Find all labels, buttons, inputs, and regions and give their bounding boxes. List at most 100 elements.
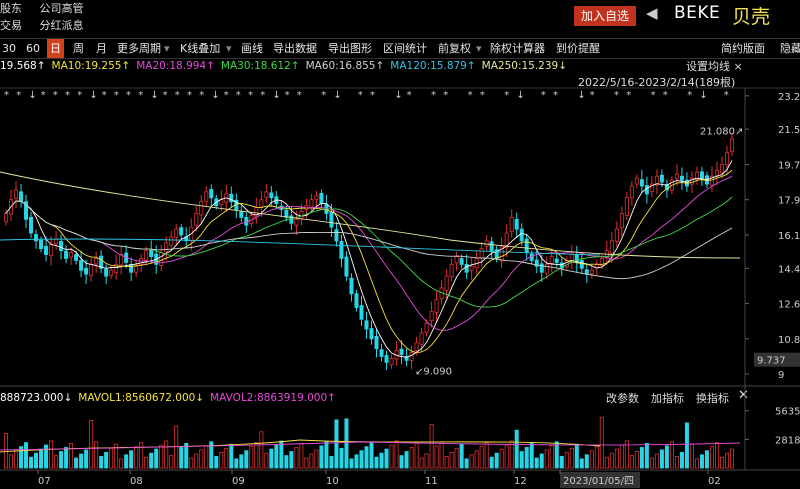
volume-bar xyxy=(249,446,254,469)
candle-body xyxy=(459,258,464,265)
candle-body xyxy=(659,174,664,183)
volume-bar xyxy=(64,447,69,469)
price-axis-label: 14.4 xyxy=(778,264,800,275)
candle-body xyxy=(64,250,69,259)
volume-bar xyxy=(364,446,369,469)
volume-bar xyxy=(369,442,374,469)
event-marker: * xyxy=(224,90,229,101)
candle-body xyxy=(619,213,624,229)
candle-body xyxy=(294,218,299,226)
event-marker: ↓ xyxy=(89,90,97,101)
volume-bar xyxy=(554,441,559,469)
volume-bar xyxy=(469,454,474,469)
volume-bar xyxy=(464,458,469,469)
volume-bar xyxy=(234,458,239,469)
candle-body xyxy=(584,269,589,275)
volume-bar xyxy=(194,453,199,469)
candle-body xyxy=(639,179,644,187)
candle-body xyxy=(239,211,244,218)
candle-body xyxy=(359,305,364,320)
volume-bar xyxy=(94,441,99,469)
candle-body xyxy=(679,175,684,181)
event-marker: * xyxy=(126,90,131,101)
ma-line-120 xyxy=(0,238,601,256)
volume-bar xyxy=(434,445,439,469)
candle-body xyxy=(259,199,264,208)
candle-body xyxy=(369,328,374,340)
event-marker: * xyxy=(4,90,9,101)
event-marker: ↓ xyxy=(394,90,402,101)
volume-bar xyxy=(324,441,329,469)
ma-line-20 xyxy=(5,175,733,331)
x-axis-label: 10 xyxy=(326,476,339,487)
volume-bar xyxy=(84,449,89,469)
volume-bar xyxy=(484,442,489,469)
candlestick-chart[interactable]: * * ↓ * * * * ↓ * * * * ↓ * * * * ↓ * * * * ↓ * * * ↓ * * ↓ * * * * * * ↓ * * ↓… xyxy=(0,0,800,489)
volume-bar xyxy=(544,449,549,469)
candle-body xyxy=(329,212,334,228)
volume-bar xyxy=(439,441,444,469)
candle-body xyxy=(109,269,114,276)
volume-bar xyxy=(304,457,309,469)
volume-bar xyxy=(164,440,169,469)
volume-bar xyxy=(54,455,59,469)
candle-body xyxy=(364,320,369,330)
volume-bar xyxy=(314,449,319,469)
candle-body xyxy=(589,269,594,275)
volume-bar xyxy=(599,416,604,469)
volume-bar xyxy=(199,449,204,469)
candle-body xyxy=(714,169,719,176)
event-marker: * xyxy=(614,90,619,101)
candle-body xyxy=(464,263,469,273)
volume-bar xyxy=(79,453,84,469)
volume-bar xyxy=(159,444,164,469)
price-axis-label: 9 xyxy=(778,370,784,381)
event-marker: ↓ xyxy=(516,90,524,101)
event-marker: * xyxy=(114,90,119,101)
candle-body xyxy=(159,252,164,266)
candle-body xyxy=(89,263,94,277)
volume-bar xyxy=(569,447,574,469)
volume-bar xyxy=(179,447,184,469)
candle-body xyxy=(94,258,99,265)
volume-bar xyxy=(214,456,219,469)
event-marker: * xyxy=(663,90,668,101)
current-price-label: 9.737 xyxy=(757,356,786,367)
candle-body xyxy=(524,238,529,254)
price-axis-label: 19.7 xyxy=(778,160,800,171)
volume-bar xyxy=(329,456,334,469)
volume-bar xyxy=(349,458,354,469)
volume-bar xyxy=(229,443,234,469)
volume-bar xyxy=(679,451,684,469)
event-marker: * xyxy=(468,90,473,101)
candle-body xyxy=(254,207,259,218)
volume-bar xyxy=(664,445,669,469)
volume-bar xyxy=(239,454,244,469)
event-marker: * xyxy=(65,90,70,101)
price-axis-label: 23.2 xyxy=(778,92,800,103)
volume-bar xyxy=(429,424,434,469)
candle-body xyxy=(44,245,49,255)
event-marker: * xyxy=(358,90,363,101)
candle-body xyxy=(729,138,734,152)
volume-bar xyxy=(709,446,714,469)
volume-bar xyxy=(669,441,674,469)
candle-body xyxy=(724,152,729,166)
candle-body xyxy=(264,191,269,198)
volume-bar xyxy=(169,455,174,469)
x-axis-label: 09 xyxy=(232,476,245,487)
candle-body xyxy=(4,213,9,223)
event-marker: * xyxy=(370,90,375,101)
volume-bar xyxy=(399,455,404,469)
candle-body xyxy=(79,260,84,271)
candle-body xyxy=(69,252,74,258)
ma-line-5 xyxy=(5,160,733,358)
volume-bar xyxy=(9,454,14,469)
candle-body xyxy=(339,240,344,259)
volume-bar xyxy=(334,419,339,469)
candle-body xyxy=(199,201,204,216)
candle-body xyxy=(384,355,389,363)
candle-body xyxy=(469,265,474,271)
candle-body xyxy=(429,311,434,322)
candle-body xyxy=(489,241,494,252)
